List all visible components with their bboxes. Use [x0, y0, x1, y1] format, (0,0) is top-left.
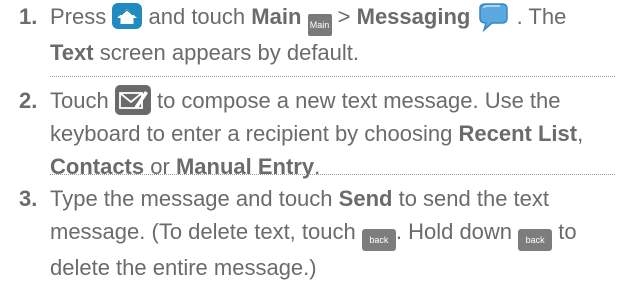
step-text-part: Touch — [50, 88, 109, 113]
step-text-part: or — [150, 154, 170, 179]
step-2: 2. Touch to compose a new text message. … — [0, 84, 620, 184]
home-icon — [112, 3, 143, 29]
back-key-icon: back — [361, 229, 396, 251]
dotted-divider — [50, 174, 615, 175]
step-text-part: and touch — [148, 4, 246, 29]
compose-envelope-icon — [114, 85, 151, 115]
step-text-part: , — [577, 121, 584, 146]
main-label: Main — [251, 4, 302, 29]
step-number: 1. — [19, 4, 38, 29]
step-text-part: screen appears by default. — [99, 40, 360, 65]
step-text: Press and touch Main Main > Messaging . … — [50, 0, 615, 69]
main-icon: Main — [307, 14, 332, 36]
step-1: 1. Press and touch Main Main > Messaging… — [0, 0, 620, 70]
step-text: Touch to compose a new text message. Use… — [50, 84, 615, 183]
dotted-divider — [50, 76, 615, 77]
step-text: Type the message and touch Send to send … — [50, 182, 615, 284]
step-text-part: . Hold down — [395, 219, 513, 244]
contacts-label: Contacts — [50, 154, 145, 179]
step-text-part: . — [314, 154, 321, 179]
send-label: Send — [338, 186, 393, 211]
back-key-icon: back — [518, 229, 553, 251]
step-text-part: Type the message and touch — [50, 186, 333, 211]
recent-list-label: Recent List — [458, 121, 578, 146]
step-number: 3. — [19, 186, 38, 211]
text-label: Text — [50, 40, 94, 65]
step-text-part: Press — [50, 4, 107, 29]
step-number: 2. — [19, 88, 38, 113]
step-text-part: > — [337, 4, 351, 29]
manual-entry-label: Manual Entry — [175, 154, 315, 179]
messaging-label: Messaging — [356, 4, 471, 29]
instruction-page: 1. Press and touch Main Main > Messaging… — [0, 0, 620, 280]
step-text-part: . The — [516, 4, 567, 29]
step-3: 3. Type the message and touch Send to se… — [0, 182, 620, 280]
speech-bubble-icon — [476, 2, 510, 33]
